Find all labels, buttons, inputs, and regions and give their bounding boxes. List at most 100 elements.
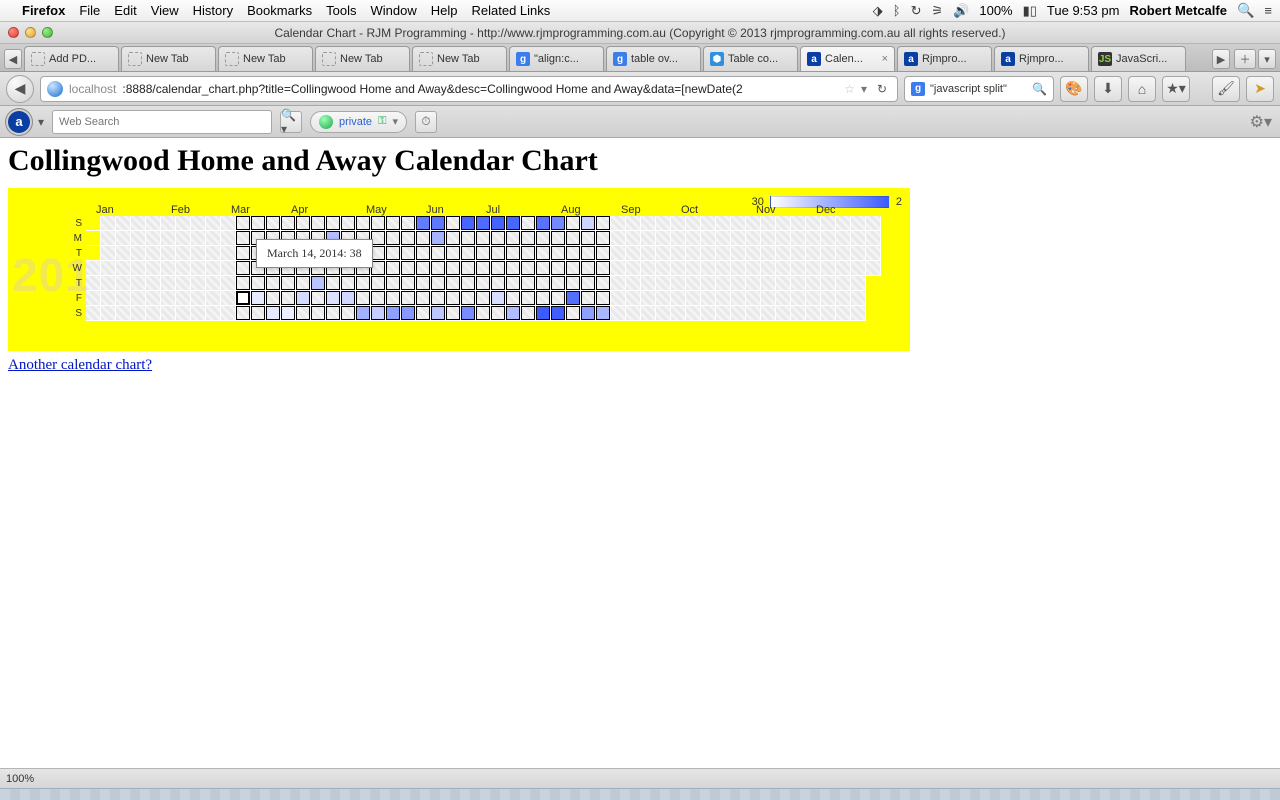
calendar-cell[interactable] [746,276,761,291]
calendar-cell[interactable] [461,291,476,306]
calendar-cell[interactable] [176,291,191,306]
calendar-cell[interactable] [821,246,836,261]
calendar-cell[interactable] [101,306,116,321]
calendar-cell[interactable] [761,231,776,246]
calendar-cell[interactable] [851,231,866,246]
calendar-cell[interactable] [431,291,446,306]
calendar-cell[interactable] [221,246,236,261]
calendar-cell[interactable] [641,306,656,321]
calendar-cell[interactable] [656,231,671,246]
calendar-cell[interactable] [521,261,536,276]
calendar-cell[interactable] [371,276,386,291]
calendar-cell[interactable] [746,261,761,276]
calendar-cell[interactable] [461,246,476,261]
calendar-cell[interactable] [176,246,191,261]
calendar-cell[interactable] [506,306,521,321]
calendar-cell[interactable] [176,306,191,321]
calendar-cell[interactable] [791,306,806,321]
calendar-cell[interactable] [656,246,671,261]
calendar-cell[interactable] [401,261,416,276]
calendar-cell[interactable] [431,261,446,276]
calendar-cell[interactable] [566,216,581,231]
calendar-cell[interactable] [596,276,611,291]
calendar-cell[interactable] [776,276,791,291]
calendar-cell[interactable] [131,261,146,276]
calendar-cell[interactable] [506,246,521,261]
calendar-cell[interactable] [326,216,341,231]
calendar-cell[interactable] [476,276,491,291]
calendar-cell[interactable] [821,216,836,231]
menu-view[interactable]: View [151,3,179,18]
calendar-cell[interactable] [596,306,611,321]
addon-badge-icon[interactable]: a [8,111,30,133]
calendar-cell[interactable] [506,276,521,291]
calendar-cell[interactable] [566,261,581,276]
calendar-cell[interactable] [611,246,626,261]
calendar-cell[interactable] [656,261,671,276]
colorpicker-button[interactable]: 🎨 [1060,76,1088,102]
calendar-cell[interactable] [581,291,596,306]
zoom-level[interactable]: 100% [6,773,34,785]
calendar-cell[interactable] [236,246,251,261]
calendar-cell[interactable] [296,276,311,291]
calendar-cell[interactable] [686,231,701,246]
calendar-cell[interactable] [281,306,296,321]
calendar-cell[interactable] [776,306,791,321]
menu-related-links[interactable]: Related Links [472,3,551,18]
calendar-cell[interactable] [326,291,341,306]
calendar-cell[interactable] [806,246,821,261]
calendar-cell[interactable] [341,291,356,306]
calendar-cell[interactable] [521,231,536,246]
calendar-cell[interactable] [131,276,146,291]
calendar-cell[interactable] [716,306,731,321]
calendar-cell[interactable] [491,291,506,306]
calendar-cell[interactable] [146,306,161,321]
calendar-cell[interactable] [806,276,821,291]
calendar-cell[interactable] [311,291,326,306]
calendar-cell[interactable] [791,291,806,306]
calendar-cell[interactable] [716,261,731,276]
calendar-cell[interactable] [146,231,161,246]
calendar-cell[interactable] [281,276,296,291]
calendar-cell[interactable] [566,291,581,306]
calendar-cell[interactable] [626,246,641,261]
calendar-cell[interactable] [731,246,746,261]
calendar-cell[interactable] [686,216,701,231]
calendar-cell[interactable] [836,261,851,276]
calendar-cell[interactable] [536,261,551,276]
calendar-cell[interactable] [731,231,746,246]
tab-3[interactable]: New Tab [315,46,410,71]
calendar-cell[interactable] [746,306,761,321]
calendar-cell[interactable] [611,216,626,231]
calendar-cell[interactable] [761,306,776,321]
calendar-cell[interactable] [761,276,776,291]
calendar-cell[interactable] [206,261,221,276]
calendar-cell[interactable] [266,276,281,291]
calendar-cell[interactable] [701,231,716,246]
calendar-cell[interactable] [626,306,641,321]
calendar-cell[interactable] [101,216,116,231]
calendar-cell[interactable] [641,276,656,291]
calendar-cell[interactable] [491,231,506,246]
calendar-cell[interactable] [221,231,236,246]
calendar-cell[interactable] [446,231,461,246]
calendar-cell[interactable] [431,276,446,291]
calendar-cell[interactable] [116,276,131,291]
tab-list-button[interactable]: ▾ [1258,49,1276,69]
calendar-cell[interactable] [221,276,236,291]
calendar-cell[interactable] [176,276,191,291]
another-chart-link[interactable]: Another calendar chart? [8,357,152,374]
tab-6[interactable]: gtable ov... [606,46,701,71]
calendar-grid[interactable] [86,216,881,321]
calendar-cell[interactable] [836,246,851,261]
window-close-button[interactable] [8,27,19,38]
calendar-cell[interactable] [686,276,701,291]
calendar-cell[interactable] [386,231,401,246]
calendar-cell[interactable] [656,216,671,231]
calendar-cell[interactable] [791,276,806,291]
calendar-cell[interactable] [731,261,746,276]
calendar-cell[interactable] [491,306,506,321]
calendar-cell[interactable] [446,246,461,261]
calendar-cell[interactable] [506,231,521,246]
calendar-cell[interactable] [761,261,776,276]
